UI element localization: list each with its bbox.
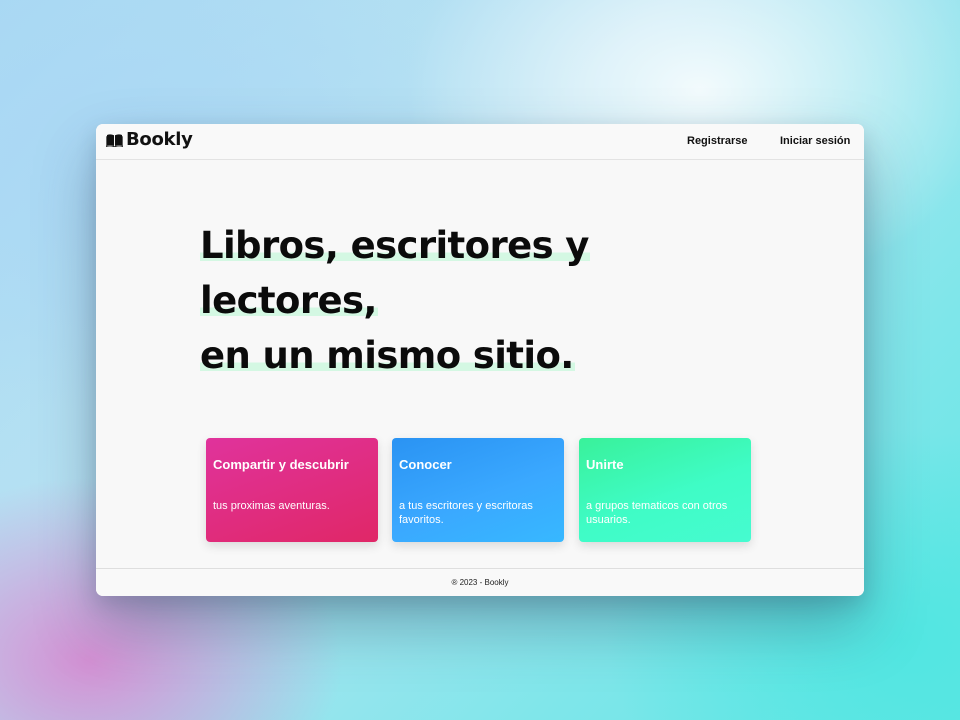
feature-card-meet[interactable]: Conocer a tus escritores y escritoras fa… — [392, 438, 564, 542]
card-title: Compartir y descubrir — [213, 457, 349, 472]
register-link[interactable]: Registrarse — [687, 135, 748, 147]
hero-line: en un mismo sitio. — [200, 328, 590, 383]
hero-line-text: Libros, escritores y — [200, 224, 590, 267]
feature-card-share[interactable]: Compartir y descubrir tus proximas avent… — [206, 438, 378, 542]
login-link[interactable]: Iniciar sesión — [780, 135, 850, 147]
copyright-text: ® 2023 - Bookly — [451, 578, 509, 587]
hero-heading: Libros, escritores y lectores, en un mis… — [200, 218, 590, 383]
card-text: a tus escritores y escritoras favoritos. — [399, 500, 533, 526]
open-book-icon — [106, 133, 123, 147]
card-text: tus proximas aventuras. — [213, 500, 330, 512]
card-title: Unirte — [586, 457, 624, 472]
brand-name: Bookly — [126, 129, 193, 150]
card-title: Conocer — [399, 457, 452, 472]
hero-line: Libros, escritores y — [200, 218, 590, 273]
app-window: Bookly Registrarse Iniciar sesión Libros… — [96, 124, 864, 596]
hero-line-text: lectores, — [200, 279, 378, 322]
hero-line: lectores, — [200, 273, 590, 328]
card-text: a grupos tematicos con otros usuarios. — [586, 500, 728, 526]
brand-logo[interactable]: Bookly — [106, 129, 193, 150]
hero-line-text: en un mismo sitio. — [200, 334, 575, 377]
top-navbar: Bookly Registrarse Iniciar sesión — [96, 124, 864, 160]
feature-card-join[interactable]: Unirte a grupos tematicos con otros usua… — [579, 438, 751, 542]
footer: ® 2023 - Bookly — [96, 568, 864, 596]
